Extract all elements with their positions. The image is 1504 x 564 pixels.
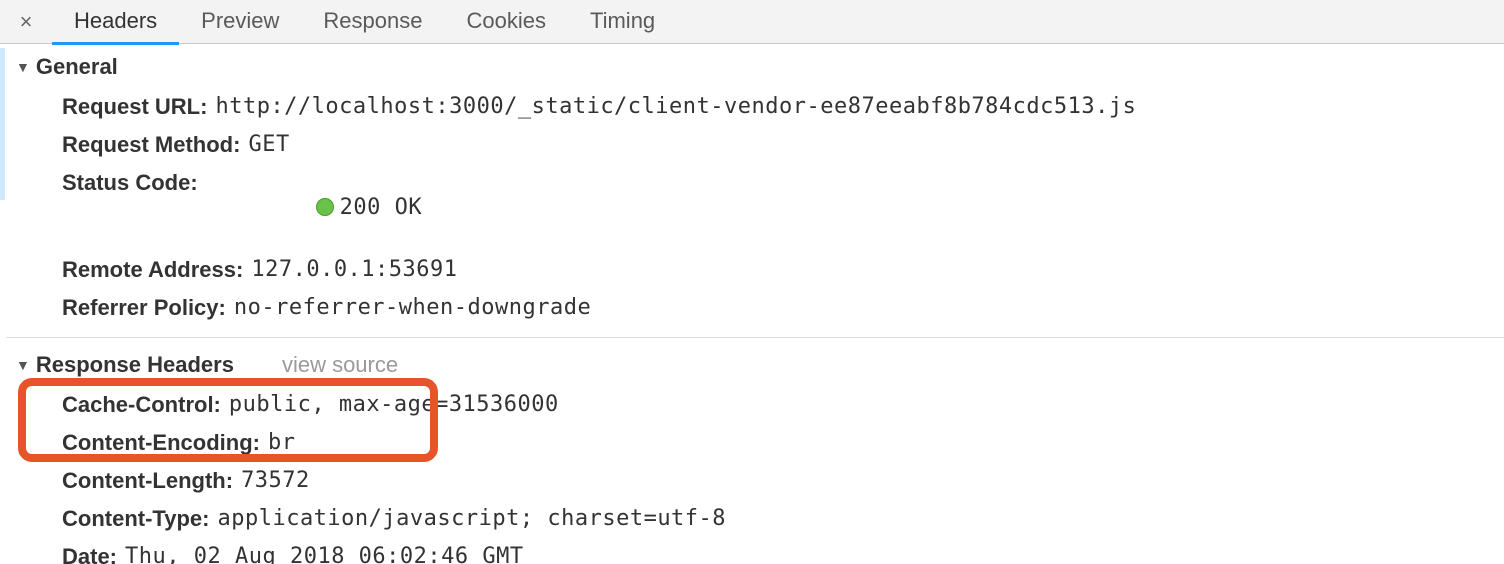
value-status-code: 200 OK: [206, 170, 422, 245]
value-request-url: http://localhost:3000/_static/client-ven…: [215, 94, 1136, 120]
scroll-indicator: [0, 48, 5, 200]
row-status-code: Status Code: 200 OK: [6, 164, 1504, 251]
disclosure-triangle-icon[interactable]: ▼: [16, 59, 30, 75]
section-general-title[interactable]: ▼ General: [6, 44, 1504, 86]
label-request-url: Request URL:: [62, 94, 207, 120]
row-content-type: Content-Type: application/javascript; ch…: [6, 500, 1504, 538]
section-response-headers-title[interactable]: ▼ Response Headers view source: [6, 342, 1504, 384]
response-headers-rows: Cache-Control: public, max-age=31536000 …: [6, 384, 1504, 564]
label-content-length: Content-Length:: [62, 468, 233, 494]
label-status-code: Status Code:: [62, 170, 198, 245]
row-content-length: Content-Length: 73572: [6, 462, 1504, 500]
row-cache-control: Cache-Control: public, max-age=31536000: [6, 386, 1504, 424]
label-date: Date:: [62, 544, 117, 564]
tab-preview[interactable]: Preview: [179, 0, 301, 44]
value-date: Thu, 02 Aug 2018 06:02:46 GMT: [125, 544, 524, 564]
label-content-type: Content-Type:: [62, 506, 209, 532]
tab-cookies[interactable]: Cookies: [444, 0, 567, 44]
value-referrer-policy: no-referrer-when-downgrade: [234, 295, 591, 321]
row-remote-address: Remote Address: 127.0.0.1:53691: [6, 251, 1504, 289]
value-request-method: GET: [248, 132, 289, 158]
tabbar: × Headers Preview Response Cookies Timin…: [0, 0, 1504, 44]
row-date: Date: Thu, 02 Aug 2018 06:02:46 GMT: [6, 538, 1504, 564]
label-content-encoding: Content-Encoding:: [62, 430, 260, 456]
label-referrer-policy: Referrer Policy:: [62, 295, 226, 321]
value-content-type: application/javascript; charset=utf-8: [217, 506, 726, 532]
close-icon[interactable]: ×: [0, 9, 52, 35]
row-request-method: Request Method: GET: [6, 126, 1504, 164]
section-divider: [6, 337, 1504, 338]
response-headers-title-text: Response Headers: [36, 352, 234, 378]
value-content-length: 73572: [241, 468, 310, 494]
value-remote-address: 127.0.0.1:53691: [251, 257, 457, 283]
tab-response[interactable]: Response: [301, 0, 444, 44]
label-cache-control: Cache-Control:: [62, 392, 221, 418]
label-remote-address: Remote Address:: [62, 257, 243, 283]
row-content-encoding: Content-Encoding: br: [6, 424, 1504, 462]
tab-headers[interactable]: Headers: [52, 0, 179, 44]
general-title-text: General: [36, 54, 118, 80]
label-request-method: Request Method:: [62, 132, 240, 158]
row-request-url: Request URL: http://localhost:3000/_stat…: [6, 88, 1504, 126]
row-referrer-policy: Referrer Policy: no-referrer-when-downgr…: [6, 289, 1504, 327]
value-cache-control: public, max-age=31536000: [229, 392, 559, 418]
headers-panel: ▼ General Request URL: http://localhost:…: [0, 44, 1504, 564]
tab-timing[interactable]: Timing: [568, 0, 677, 44]
view-source-link[interactable]: view source: [282, 352, 398, 378]
disclosure-triangle-icon[interactable]: ▼: [16, 357, 30, 373]
status-dot-icon: [316, 198, 334, 216]
general-rows: Request URL: http://localhost:3000/_stat…: [6, 86, 1504, 333]
value-content-encoding: br: [268, 430, 296, 456]
